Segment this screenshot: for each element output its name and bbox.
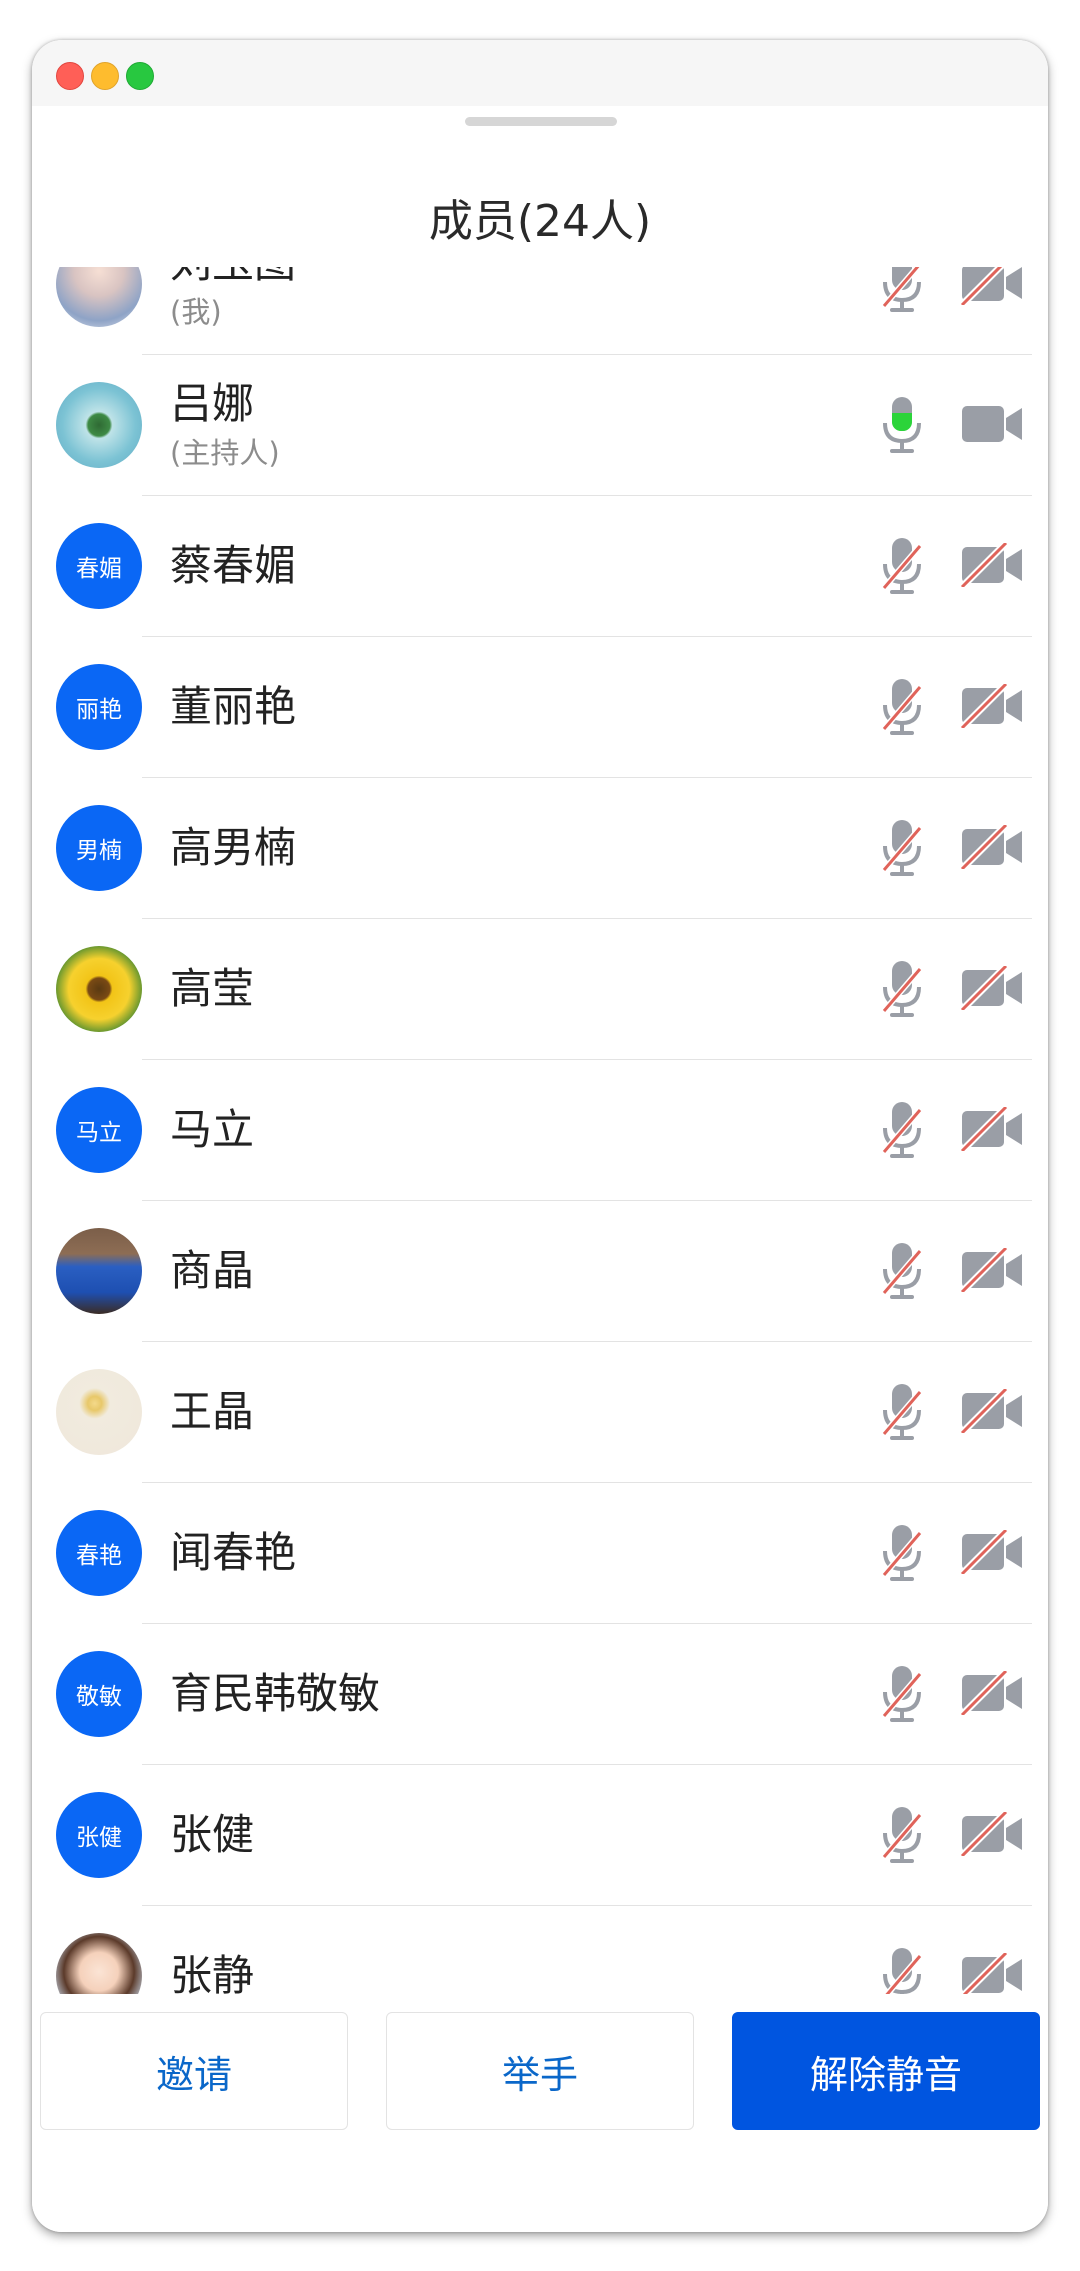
microphone-muted-icon[interactable] [880, 267, 924, 314]
video-camera-off-icon[interactable] [960, 1812, 1024, 1856]
video-camera-off-icon[interactable] [960, 1389, 1024, 1433]
member-avatar: 马立 [56, 1087, 142, 1173]
member-name: 张健 [170, 1810, 255, 1859]
member-row[interactable]: 春艳 闻春艳 [32, 1483, 1048, 1624]
video-camera-off-icon[interactable] [960, 543, 1024, 587]
member-name: 高莹 [170, 964, 255, 1013]
member-row[interactable]: 张健 张健 [32, 1765, 1048, 1906]
selfie-photo-avatar [56, 267, 142, 327]
member-role: (主持人) [170, 436, 280, 470]
microphone-muted-icon[interactable] [880, 1664, 924, 1724]
drawing-photo-avatar [56, 1369, 142, 1455]
zoom-window-button[interactable] [126, 62, 154, 90]
member-row[interactable]: 春媚 蔡春媚 [32, 496, 1048, 637]
member-avatar: 男楠 [56, 805, 142, 891]
microphone-muted-icon[interactable] [880, 1946, 924, 1994]
panel-title: 成员(24人) [428, 196, 652, 247]
microphone-muted-icon[interactable] [880, 818, 924, 878]
minimize-window-button[interactable] [91, 62, 119, 90]
microphone-muted-icon[interactable] [880, 1100, 924, 1160]
member-row[interactable]: 丽艳 董丽艳 [32, 637, 1048, 778]
member-name: 蔡春媚 [170, 541, 297, 590]
member-name: 马立 [170, 1105, 255, 1154]
video-camera-off-icon[interactable] [960, 1671, 1024, 1715]
member-row[interactable]: 高莹 [32, 919, 1048, 1060]
video-camera-off-icon[interactable] [960, 1107, 1024, 1151]
raise-hand-button[interactable]: 举手 [386, 2012, 694, 2130]
island-photo-avatar [56, 382, 142, 468]
member-name: 吕娜 [170, 379, 255, 428]
member-list[interactable]: 刘玉图(我)吕娜(主持人)春媚蔡春媚丽艳董丽艳男楠高男楠高莹马立马立商晶王晶春艳… [32, 267, 1048, 1994]
microphone-muted-icon[interactable] [880, 1382, 924, 1442]
microphone-muted-icon[interactable] [880, 1241, 924, 1301]
microphone-muted-icon[interactable] [880, 959, 924, 1019]
member-row[interactable]: 商晶 [32, 1201, 1048, 1342]
member-avatar: 丽艳 [56, 664, 142, 750]
microphone-muted-icon[interactable] [880, 1523, 924, 1583]
member-row[interactable]: 男楠 高男楠 [32, 778, 1048, 919]
members-panel-window: 成员(24人) 刘玉图(我)吕娜(主持人)春媚蔡春媚丽艳董丽艳男楠高男楠高莹马立… [32, 40, 1048, 2232]
microphone-icon[interactable] [880, 395, 924, 455]
cartoon-photo-avatar [56, 1933, 142, 1994]
member-name: 闻春艳 [170, 1528, 297, 1577]
member-role: (我) [170, 295, 222, 329]
member-row[interactable]: 刘玉图 (我) [32, 267, 1048, 355]
member-row[interactable]: 马立 马立 [32, 1060, 1048, 1201]
video-camera-off-icon[interactable] [960, 1953, 1024, 1994]
member-row[interactable]: 敬敏 育民韩敬敏 [32, 1624, 1048, 1765]
member-avatar: 张健 [56, 1792, 142, 1878]
microphone-muted-icon[interactable] [880, 536, 924, 596]
member-avatar: 春艳 [56, 1510, 142, 1596]
member-name: 高男楠 [170, 823, 297, 872]
person-photo-avatar [56, 1228, 142, 1314]
member-row[interactable]: 张静 [32, 1906, 1048, 1994]
member-name: 董丽艳 [170, 682, 297, 731]
video-camera-off-icon[interactable] [960, 267, 1024, 305]
video-camera-off-icon[interactable] [960, 684, 1024, 728]
sheet-drag-handle[interactable] [465, 117, 617, 126]
video-camera-off-icon[interactable] [960, 966, 1024, 1010]
member-row[interactable]: 吕娜 (主持人) [32, 355, 1048, 496]
video-camera-off-icon[interactable] [960, 1530, 1024, 1574]
video-camera-icon[interactable] [960, 402, 1024, 446]
video-camera-off-icon[interactable] [960, 825, 1024, 869]
member-avatar: 敬敏 [56, 1651, 142, 1737]
member-name: 育民韩敬敏 [170, 1669, 381, 1718]
member-name: 王晶 [170, 1387, 255, 1436]
sunflower-photo-avatar [56, 946, 142, 1032]
unmute-button[interactable]: 解除静音 [732, 2012, 1040, 2130]
member-avatar: 春媚 [56, 523, 142, 609]
member-row[interactable]: 王晶 [32, 1342, 1048, 1483]
microphone-muted-icon[interactable] [880, 677, 924, 737]
action-bar: 邀请 举手 解除静音 [32, 1994, 1048, 2232]
title-bar [32, 40, 1048, 106]
member-name: 刘玉图 [170, 267, 296, 284]
video-camera-off-icon[interactable] [960, 1248, 1024, 1292]
invite-button[interactable]: 邀请 [40, 2012, 348, 2130]
close-window-button[interactable] [56, 62, 84, 90]
microphone-muted-icon[interactable] [880, 1805, 924, 1865]
member-name: 商晶 [170, 1246, 255, 1295]
member-name: 张静 [170, 1951, 255, 1995]
